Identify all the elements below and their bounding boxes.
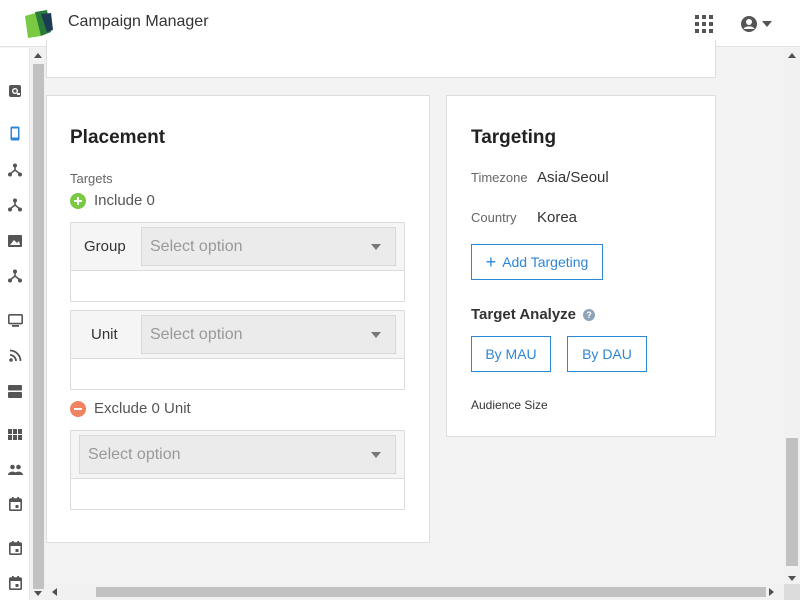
audience-size-label: Audience Size — [471, 398, 548, 412]
people-icon[interactable] — [7, 461, 23, 477]
network-icon[interactable] — [7, 162, 23, 178]
user-menu[interactable] — [740, 14, 776, 34]
exclude-select-placeholder: Select option — [88, 446, 181, 463]
exclude-label: Exclude 0 Unit — [94, 400, 191, 417]
caret-down-icon — [762, 21, 772, 27]
country-label: Country — [471, 210, 517, 225]
targeting-title: Targeting — [471, 127, 557, 148]
main-horizontal-scrollbar[interactable] — [46, 584, 784, 600]
apps-grid-icon[interactable] — [695, 15, 713, 33]
country-value: Korea — [537, 209, 578, 226]
placement-title: Placement — [70, 127, 166, 148]
add-targeting-button[interactable]: + Add Targeting — [471, 244, 603, 280]
network-icon[interactable] — [7, 197, 23, 213]
chevron-down-icon — [371, 452, 381, 458]
timezone-label: Timezone — [471, 170, 528, 185]
group-select-box: Group Select option — [70, 222, 405, 302]
left-sidebar — [0, 48, 30, 600]
monitor-icon[interactable] — [7, 312, 23, 328]
scroll-right-arrow-icon[interactable] — [769, 588, 774, 596]
scroll-down-arrow-icon[interactable] — [788, 576, 796, 581]
include-plus-icon[interactable] — [70, 193, 86, 209]
scroll-up-arrow-icon[interactable] — [34, 53, 42, 58]
server-icon[interactable] — [7, 383, 23, 399]
user-account-icon — [741, 16, 757, 32]
add-targeting-label: Add Targeting — [502, 254, 589, 270]
scrollbar-thumb[interactable] — [96, 587, 766, 597]
placement-card: Placement Targets Include 0 Group Select… — [46, 95, 430, 543]
chevron-down-icon — [371, 244, 381, 250]
mobile-icon[interactable] — [7, 125, 23, 141]
calendar-icon[interactable] — [7, 496, 23, 512]
help-icon[interactable]: ? — [583, 309, 595, 321]
main-vertical-scrollbar[interactable] — [784, 48, 800, 585]
scroll-up-arrow-icon[interactable] — [788, 53, 796, 58]
target-analyze-title: Target Analyze — [471, 306, 577, 323]
chevron-down-icon — [371, 332, 381, 338]
unit-select[interactable]: Select option — [141, 315, 396, 354]
targeting-card: Targeting Timezone Asia/Seoul Country Ko… — [446, 95, 716, 437]
timezone-value: Asia/Seoul — [537, 169, 609, 186]
network-icon[interactable] — [7, 268, 23, 284]
group-select[interactable]: Select option — [141, 227, 396, 266]
search-report-icon[interactable] — [7, 83, 23, 99]
sidebar-scrollbar[interactable] — [31, 48, 46, 600]
exclude-select-box: Select option — [70, 430, 405, 510]
unit-select-box: Unit Select option — [70, 310, 405, 390]
logo-icon[interactable] — [25, 10, 55, 38]
scrollbar-corner — [784, 584, 800, 600]
by-mau-button[interactable]: By MAU — [471, 336, 551, 372]
rss-icon[interactable] — [7, 347, 23, 363]
unit-label: Unit — [91, 326, 118, 343]
grid-icon[interactable] — [7, 426, 23, 442]
app-title: Campaign Manager — [68, 13, 209, 30]
calendar-icon[interactable] — [7, 540, 23, 556]
previous-section-card — [46, 40, 716, 78]
include-label: Include 0 — [94, 192, 155, 209]
calendar-icon[interactable] — [7, 575, 23, 591]
group-select-placeholder: Select option — [150, 238, 243, 255]
group-label: Group — [84, 238, 126, 255]
by-dau-button[interactable]: By DAU — [567, 336, 647, 372]
unit-select-placeholder: Select option — [150, 326, 243, 343]
targets-label: Targets — [70, 171, 113, 186]
scroll-left-arrow-icon[interactable] — [52, 588, 57, 596]
scrollbar-thumb[interactable] — [33, 64, 44, 589]
image-icon[interactable] — [7, 233, 23, 249]
plus-icon: + — [485, 252, 497, 272]
exclude-select[interactable]: Select option — [79, 435, 396, 474]
scroll-down-arrow-icon[interactable] — [34, 591, 42, 596]
exclude-minus-icon[interactable] — [70, 401, 86, 417]
scrollbar-thumb[interactable] — [786, 438, 798, 566]
